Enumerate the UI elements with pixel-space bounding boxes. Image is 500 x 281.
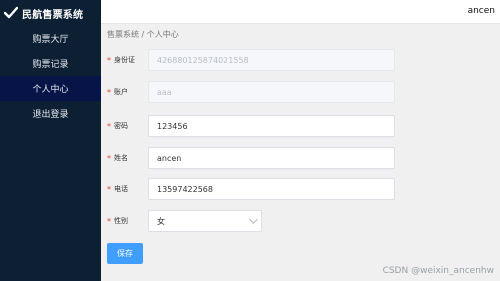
- field-label: * 账户: [107, 87, 128, 97]
- required-mark: *: [107, 55, 111, 65]
- form-row-phone: * 电话 13597422568: [101, 178, 500, 202]
- sidebar: 民航售票系统 购票大厅 购票记录 个人中心 退出登录: [0, 0, 101, 281]
- field-label: * 电话: [107, 184, 128, 194]
- name-field[interactable]: ancen: [148, 147, 395, 169]
- required-mark: *: [107, 216, 111, 226]
- id-card-field: 426880125874021558: [148, 49, 395, 71]
- sidebar-item-ticket-records[interactable]: 购票记录: [0, 51, 101, 76]
- gender-select-value: 女: [157, 216, 165, 226]
- form-row-id-card: * 身份证 426880125874021558: [101, 49, 500, 73]
- sidebar-item-ticket-hall[interactable]: 购票大厅: [0, 26, 101, 51]
- phone-field[interactable]: 13597422568: [148, 178, 395, 200]
- sidebar-item-logout[interactable]: 退出登录: [0, 101, 101, 126]
- sidebar-item-label: 个人中心: [32, 85, 69, 95]
- app-brand: 民航售票系统: [0, 0, 101, 26]
- account-field: aaa: [148, 81, 395, 103]
- sidebar-item-personal-center[interactable]: 个人中心: [0, 76, 101, 101]
- field-label: * 身份证: [107, 55, 135, 65]
- checkmark-logo-icon: [4, 6, 18, 20]
- sidebar-item-label: 退出登录: [32, 110, 69, 120]
- watermark: CSDN @weixin_ancenhw: [382, 266, 494, 276]
- breadcrumb: 售票系统 / 个人中心: [107, 29, 179, 40]
- chevron-down-icon: [249, 215, 258, 224]
- app-title: 民航售票系统: [22, 9, 84, 21]
- field-label: * 密码: [107, 121, 128, 131]
- sidebar-menu: 购票大厅 购票记录 个人中心 退出登录: [0, 26, 101, 126]
- password-field[interactable]: 123456: [148, 115, 395, 137]
- field-label: * 姓名: [107, 153, 128, 163]
- sidebar-item-label: 购票记录: [32, 60, 69, 70]
- form-row-password: * 密码 123456: [101, 115, 500, 139]
- save-button[interactable]: 保存: [107, 243, 143, 264]
- breadcrumb-separator: /: [141, 30, 145, 39]
- form-row-account: * 账户 aaa: [101, 81, 500, 105]
- required-mark: *: [107, 121, 111, 131]
- field-label: * 性别: [107, 216, 128, 226]
- username-menu[interactable]: ancen: [468, 6, 495, 16]
- required-mark: *: [107, 184, 111, 194]
- breadcrumb-root[interactable]: 售票系统: [107, 30, 139, 39]
- required-mark: *: [107, 87, 111, 97]
- form-row-name: * 姓名 ancen: [101, 147, 500, 171]
- top-header: ancen: [101, 0, 500, 24]
- sidebar-item-label: 购票大厅: [32, 35, 69, 45]
- breadcrumb-current: 个人中心: [146, 30, 179, 39]
- required-mark: *: [107, 153, 111, 163]
- form-row-gender: * 性别 女: [101, 210, 500, 234]
- gender-select[interactable]: 女: [148, 210, 262, 232]
